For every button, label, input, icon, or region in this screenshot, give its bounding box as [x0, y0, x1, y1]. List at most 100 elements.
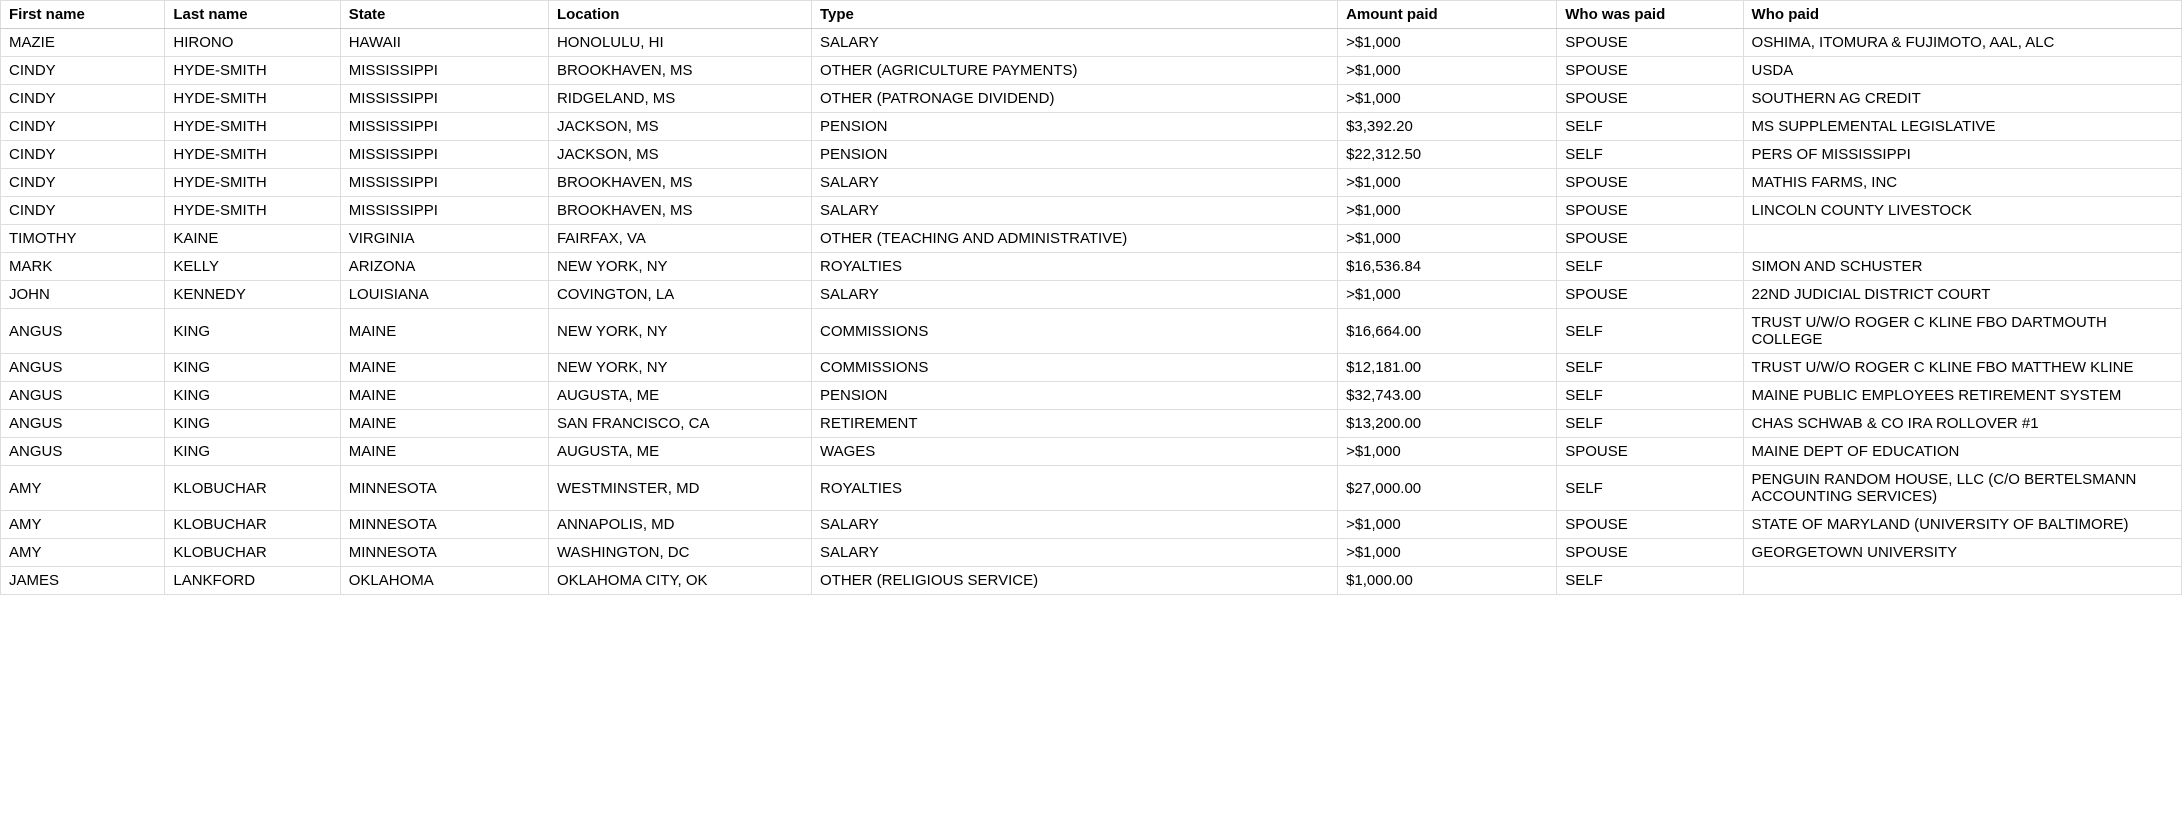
cell-who-was-paid[interactable]: SPOUSE — [1557, 29, 1743, 57]
cell-type[interactable]: OTHER (PATRONAGE DIVIDEND) — [811, 85, 1337, 113]
cell-who-was-paid[interactable]: SPOUSE — [1557, 225, 1743, 253]
cell-last-name[interactable]: KAINE — [165, 225, 340, 253]
cell-location[interactable]: AUGUSTA, ME — [548, 438, 811, 466]
cell-amount-paid[interactable]: >$1,000 — [1338, 57, 1557, 85]
cell-first-name[interactable]: CINDY — [1, 57, 165, 85]
cell-type[interactable]: RETIREMENT — [811, 410, 1337, 438]
cell-who-paid[interactable]: GEORGETOWN UNIVERSITY — [1743, 539, 2181, 567]
cell-who-was-paid[interactable]: SPOUSE — [1557, 169, 1743, 197]
cell-last-name[interactable]: KING — [165, 354, 340, 382]
cell-who-was-paid[interactable]: SPOUSE — [1557, 438, 1743, 466]
cell-location[interactable]: WESTMINSTER, MD — [548, 466, 811, 511]
cell-type[interactable]: OTHER (RELIGIOUS SERVICE) — [811, 567, 1337, 595]
cell-state[interactable]: MAINE — [340, 354, 548, 382]
cell-who-was-paid[interactable]: SELF — [1557, 253, 1743, 281]
table-row[interactable]: MAZIEHIRONOHAWAIIHONOLULU, HISALARY>$1,0… — [1, 29, 2182, 57]
cell-state[interactable]: MISSISSIPPI — [340, 57, 548, 85]
cell-first-name[interactable]: TIMOTHY — [1, 225, 165, 253]
cell-type[interactable]: WAGES — [811, 438, 1337, 466]
cell-amount-paid[interactable]: $1,000.00 — [1338, 567, 1557, 595]
cell-amount-paid[interactable]: >$1,000 — [1338, 511, 1557, 539]
cell-first-name[interactable]: JOHN — [1, 281, 165, 309]
cell-who-paid[interactable]: LINCOLN COUNTY LIVESTOCK — [1743, 197, 2181, 225]
cell-location[interactable]: BROOKHAVEN, MS — [548, 169, 811, 197]
cell-location[interactable]: BROOKHAVEN, MS — [548, 57, 811, 85]
cell-last-name[interactable]: KLOBUCHAR — [165, 466, 340, 511]
cell-amount-paid[interactable]: $27,000.00 — [1338, 466, 1557, 511]
cell-amount-paid[interactable]: >$1,000 — [1338, 225, 1557, 253]
table-row[interactable]: AMYKLOBUCHARMINNESOTAWESTMINSTER, MDROYA… — [1, 466, 2182, 511]
cell-first-name[interactable]: ANGUS — [1, 354, 165, 382]
cell-last-name[interactable]: HYDE-SMITH — [165, 197, 340, 225]
cell-last-name[interactable]: KELLY — [165, 253, 340, 281]
cell-first-name[interactable]: CINDY — [1, 85, 165, 113]
cell-location[interactable]: HONOLULU, HI — [548, 29, 811, 57]
cell-first-name[interactable]: CINDY — [1, 113, 165, 141]
cell-first-name[interactable]: AMY — [1, 466, 165, 511]
cell-location[interactable]: OKLAHOMA CITY, OK — [548, 567, 811, 595]
cell-last-name[interactable]: HYDE-SMITH — [165, 85, 340, 113]
cell-who-was-paid[interactable]: SPOUSE — [1557, 85, 1743, 113]
cell-location[interactable]: SAN FRANCISCO, CA — [548, 410, 811, 438]
cell-type[interactable]: COMMISSIONS — [811, 309, 1337, 354]
cell-first-name[interactable]: CINDY — [1, 197, 165, 225]
cell-who-paid[interactable]: USDA — [1743, 57, 2181, 85]
table-row[interactable]: ANGUSKINGMAINEAUGUSTA, MEWAGES>$1,000SPO… — [1, 438, 2182, 466]
cell-location[interactable]: JACKSON, MS — [548, 141, 811, 169]
cell-who-was-paid[interactable]: SPOUSE — [1557, 281, 1743, 309]
cell-first-name[interactable]: ANGUS — [1, 410, 165, 438]
cell-amount-paid[interactable]: $12,181.00 — [1338, 354, 1557, 382]
cell-location[interactable]: ANNAPOLIS, MD — [548, 511, 811, 539]
table-row[interactable]: CINDYHYDE-SMITHMISSISSIPPIBROOKHAVEN, MS… — [1, 197, 2182, 225]
cell-location[interactable]: NEW YORK, NY — [548, 309, 811, 354]
cell-amount-paid[interactable]: $16,664.00 — [1338, 309, 1557, 354]
cell-first-name[interactable]: CINDY — [1, 141, 165, 169]
cell-last-name[interactable]: KLOBUCHAR — [165, 511, 340, 539]
cell-first-name[interactable]: ANGUS — [1, 309, 165, 354]
cell-amount-paid[interactable]: $3,392.20 — [1338, 113, 1557, 141]
cell-type[interactable]: SALARY — [811, 281, 1337, 309]
cell-last-name[interactable]: HYDE-SMITH — [165, 169, 340, 197]
cell-location[interactable]: BROOKHAVEN, MS — [548, 197, 811, 225]
cell-state[interactable]: MISSISSIPPI — [340, 197, 548, 225]
cell-amount-paid[interactable]: $32,743.00 — [1338, 382, 1557, 410]
cell-location[interactable]: COVINGTON, LA — [548, 281, 811, 309]
cell-last-name[interactable]: HYDE-SMITH — [165, 141, 340, 169]
cell-who-was-paid[interactable]: SPOUSE — [1557, 197, 1743, 225]
table-row[interactable]: CINDYHYDE-SMITHMISSISSIPPIJACKSON, MSPEN… — [1, 113, 2182, 141]
cell-who-paid[interactable]: OSHIMA, ITOMURA & FUJIMOTO, AAL, ALC — [1743, 29, 2181, 57]
cell-who-paid[interactable]: 22ND JUDICIAL DISTRICT COURT — [1743, 281, 2181, 309]
col-header-last-name[interactable]: Last name — [165, 1, 340, 29]
col-header-who-was-paid[interactable]: Who was paid — [1557, 1, 1743, 29]
cell-amount-paid[interactable]: >$1,000 — [1338, 85, 1557, 113]
table-row[interactable]: CINDYHYDE-SMITHMISSISSIPPIJACKSON, MSPEN… — [1, 141, 2182, 169]
cell-last-name[interactable]: KING — [165, 438, 340, 466]
cell-last-name[interactable]: KING — [165, 382, 340, 410]
cell-last-name[interactable]: KING — [165, 309, 340, 354]
cell-who-paid[interactable]: MAINE DEPT OF EDUCATION — [1743, 438, 2181, 466]
table-row[interactable]: JAMESLANKFORDOKLAHOMAOKLAHOMA CITY, OKOT… — [1, 567, 2182, 595]
cell-state[interactable]: MINNESOTA — [340, 511, 548, 539]
cell-who-was-paid[interactable]: SELF — [1557, 410, 1743, 438]
cell-location[interactable]: NEW YORK, NY — [548, 253, 811, 281]
col-header-who-paid[interactable]: Who paid — [1743, 1, 2181, 29]
cell-who-paid[interactable]: MAINE PUBLIC EMPLOYEES RETIREMENT SYSTEM — [1743, 382, 2181, 410]
cell-state[interactable]: ARIZONA — [340, 253, 548, 281]
cell-location[interactable]: RIDGELAND, MS — [548, 85, 811, 113]
cell-amount-paid[interactable]: >$1,000 — [1338, 281, 1557, 309]
cell-state[interactable]: MISSISSIPPI — [340, 169, 548, 197]
cell-type[interactable]: ROYALTIES — [811, 466, 1337, 511]
cell-amount-paid[interactable]: >$1,000 — [1338, 539, 1557, 567]
cell-who-paid[interactable]: MS SUPPLEMENTAL LEGISLATIVE — [1743, 113, 2181, 141]
cell-who-was-paid[interactable]: SPOUSE — [1557, 511, 1743, 539]
col-header-location[interactable]: Location — [548, 1, 811, 29]
cell-first-name[interactable]: AMY — [1, 539, 165, 567]
cell-who-paid[interactable]: MATHIS FARMS, INC — [1743, 169, 2181, 197]
cell-who-was-paid[interactable]: SELF — [1557, 309, 1743, 354]
cell-who-was-paid[interactable]: SELF — [1557, 141, 1743, 169]
cell-who-was-paid[interactable]: SELF — [1557, 113, 1743, 141]
cell-who-was-paid[interactable]: SELF — [1557, 354, 1743, 382]
cell-first-name[interactable]: CINDY — [1, 169, 165, 197]
cell-type[interactable]: SALARY — [811, 197, 1337, 225]
cell-last-name[interactable]: HIRONO — [165, 29, 340, 57]
